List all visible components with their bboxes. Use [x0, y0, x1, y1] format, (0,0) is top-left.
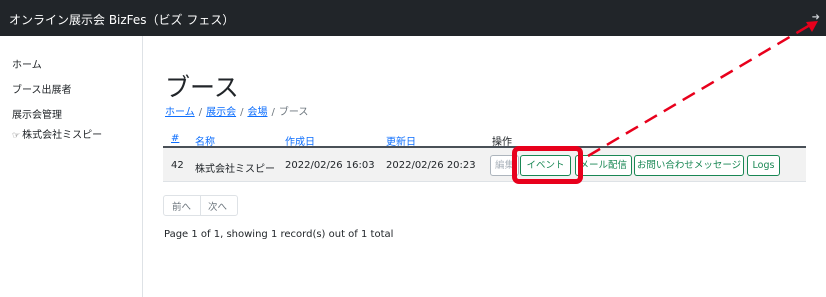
pagination-divider	[200, 196, 201, 215]
annotation-dashed-line	[587, 23, 811, 158]
annotation-arrow	[587, 21, 818, 158]
prev-page-button[interactable]: 前へ	[172, 199, 191, 213]
pagination-summary: Page 1 of 1, showing 1 record(s) out of …	[164, 229, 394, 240]
next-page-button[interactable]: 次へ	[208, 199, 227, 213]
pagination: 前へ 次へ	[163, 195, 238, 216]
